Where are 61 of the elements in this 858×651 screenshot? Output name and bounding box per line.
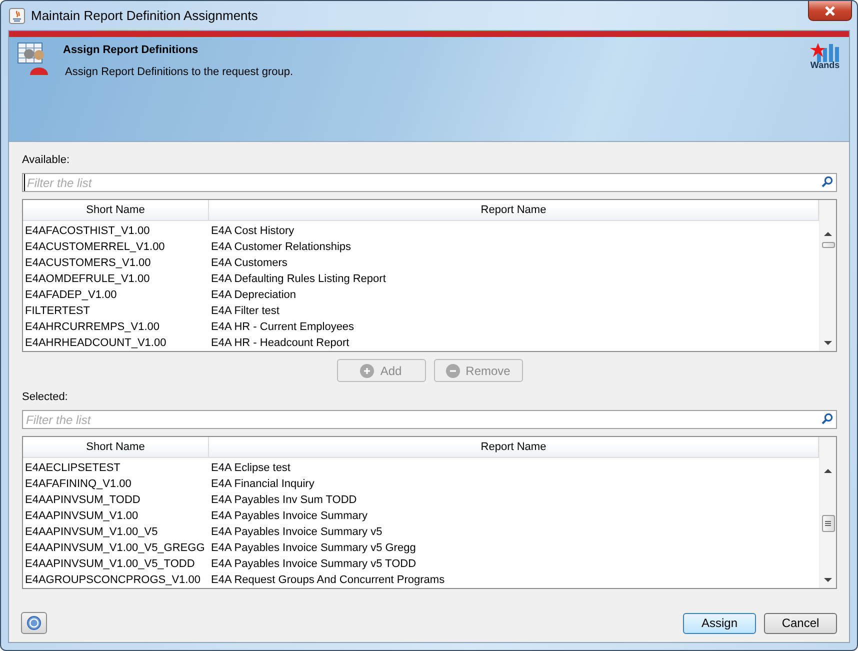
table-cell-text: E4AFAFININQ_V1.00: [24, 478, 132, 490]
minus-icon: [446, 364, 460, 378]
banner-subtitle: Assign Report Definitions to the request group.: [65, 66, 294, 78]
table-cell-text: E4A Eclipse test: [210, 462, 292, 474]
filter-field[interactable]: Filter the list: [22, 410, 837, 429]
scroll-up-icon[interactable]: [824, 468, 832, 473]
table-cell-text: E4A Payables Inv Sum TODD: [210, 494, 358, 506]
window-title: Maintain Report Definition Assignments: [31, 8, 258, 23]
table-cell-text: E4A Request Groups And Concurrent Programs: [210, 574, 446, 586]
logo-text: Wands: [810, 60, 840, 70]
app-icon: [9, 8, 25, 24]
table-cell-text: E4A HR - Current Employees: [210, 321, 356, 333]
table-cell-text: E4AAPINVSUM_TODD: [24, 494, 142, 506]
column-header[interactable]: Short Name: [23, 437, 209, 457]
table-cell-text: E4AHRCURREMPS_V1.00: [24, 321, 160, 333]
section-label: Selected:: [22, 391, 69, 403]
table-cell-text: E4A HR - Headcount Report: [210, 337, 350, 349]
table-cell-text: E4AFADEP_V1.00: [24, 289, 118, 301]
table-cell-text: E4A Customer Relationships: [210, 241, 352, 253]
table-cell-text: E4A Payables Invoice Summary v5: [210, 526, 384, 538]
dialog-button[interactable]: Cancel: [764, 612, 837, 634]
table-cell-text: E4AHRHEADCOUNT_V1.00: [24, 337, 168, 349]
search-icon: [821, 413, 833, 425]
star-chart-icon: [809, 42, 841, 62]
table-cell-text: E4ACUSTOMERREL_V1.00: [24, 241, 166, 253]
dialog-button[interactable]: Assign: [683, 612, 756, 634]
table-cell-text: E4AGROUPSCONCPROGS_V1.00: [24, 574, 202, 586]
table-cell-text: E4AAPINVSUM_V1.00: [24, 510, 140, 522]
table-cell-text: E4AAPINVSUM_V1.00_V5: [24, 526, 159, 538]
section-label: Available:: [22, 154, 70, 166]
help-icon: [27, 616, 41, 630]
table-cell-text: E4A Payables Invoice Summary: [210, 510, 369, 522]
table-cell-text: FILTERTEST: [24, 305, 91, 317]
table-cell-text: E4A Payables Invoice Summary v5 TODD: [210, 558, 418, 570]
plus-icon: [360, 364, 374, 378]
table-cell-text: E4A Financial Inquiry: [210, 478, 316, 490]
scroll-thumb[interactable]: [822, 242, 834, 248]
scroll-up-icon[interactable]: [824, 231, 832, 236]
filter-field[interactable]: Filter the list: [22, 173, 837, 192]
scroll-down-icon[interactable]: [824, 341, 832, 346]
table-cell-text: E4A Payables Invoice Summary v5 Gregg: [210, 542, 417, 554]
table-cell-text: E4ACUSTOMERS_V1.00: [24, 257, 152, 269]
search-icon: [821, 176, 833, 188]
table-cell-text: E4A Cost History: [210, 225, 296, 237]
table-cell-text: E4A Filter test: [210, 305, 280, 317]
scroll-down-icon[interactable]: [824, 578, 832, 583]
table-cell-text: E4AAPINVSUM_V1.00_V5_TODD: [24, 558, 196, 570]
banner-title: Assign Report Definitions: [63, 44, 200, 56]
close-icon: [824, 6, 836, 16]
table-cell-text: E4A Customers: [210, 257, 288, 269]
table-cell-text: E4AAPINVSUM_V1.00_V5_GREGG: [24, 542, 206, 554]
table-cell-text: E4AFACOSTHIST_V1.00: [24, 225, 151, 237]
help-button[interactable]: [21, 612, 47, 634]
table-cell-text: E4A Defaulting Rules Listing Report: [210, 273, 387, 285]
table-cell-text: E4AOMDEFRULE_V1.00: [24, 273, 151, 285]
user-settings-icon: [17, 42, 51, 76]
scroll-thumb[interactable]: [822, 515, 834, 532]
table-cell-text: E4A Depreciation: [210, 289, 297, 301]
table-cell-text: E4AECLIPSETEST: [24, 462, 122, 474]
column-header[interactable]: Short Name: [23, 200, 209, 220]
close-button[interactable]: [808, 1, 852, 21]
